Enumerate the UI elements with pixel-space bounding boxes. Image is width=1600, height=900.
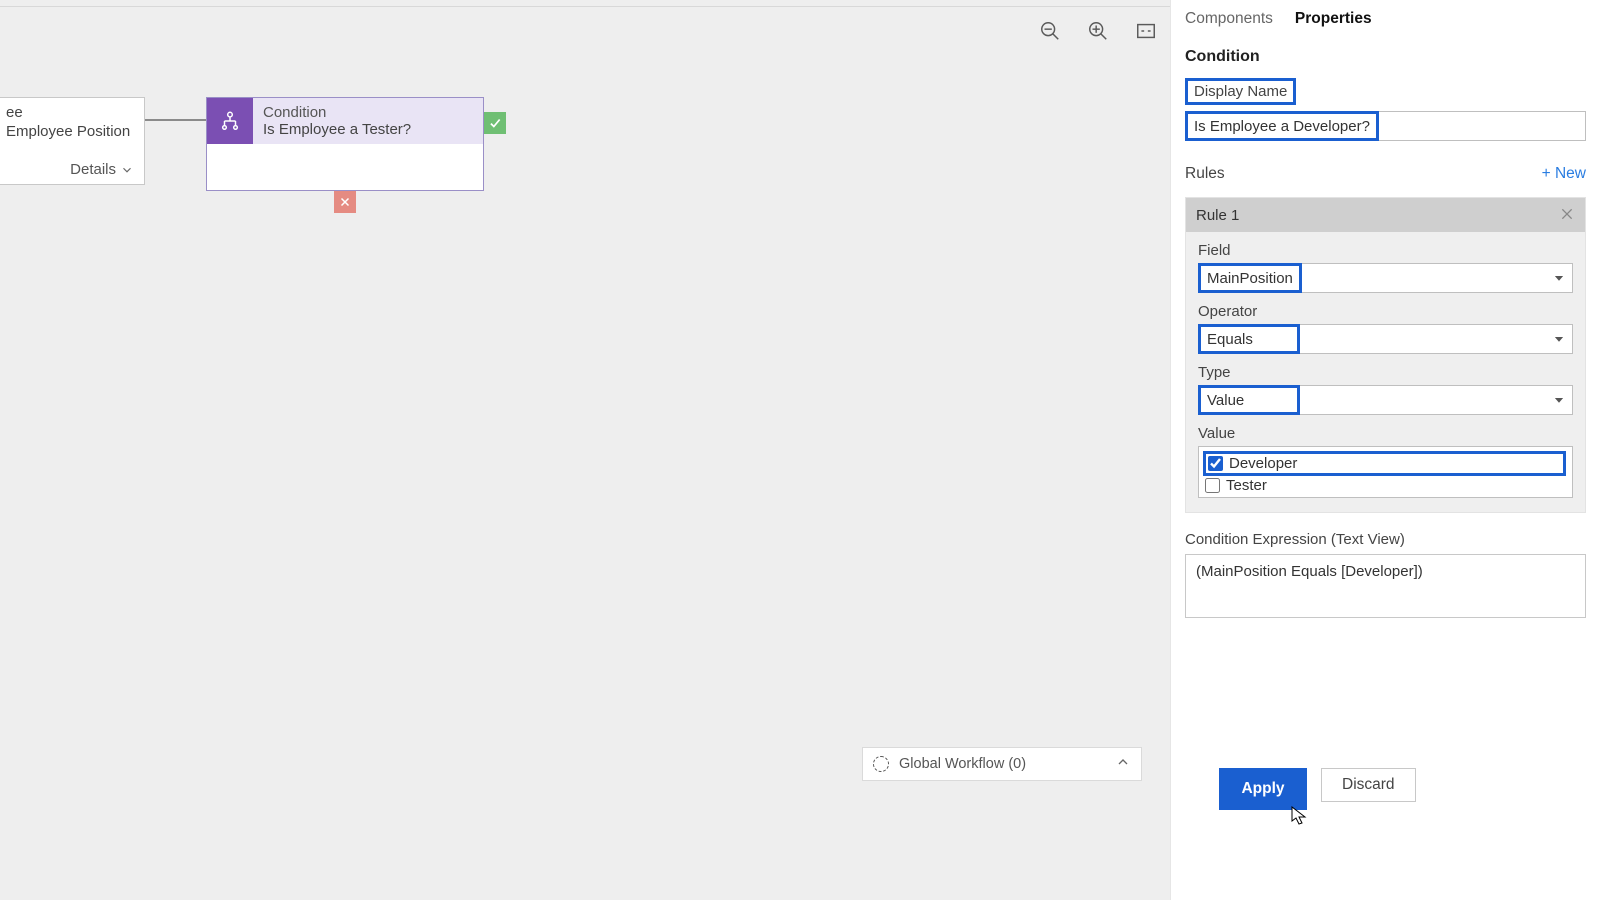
value-checkbox-tester[interactable] bbox=[1205, 478, 1220, 493]
display-name-input-extra[interactable] bbox=[1379, 111, 1586, 141]
rule-close-icon[interactable] bbox=[1559, 206, 1577, 224]
tab-components[interactable]: Components bbox=[1185, 10, 1273, 28]
connector-line bbox=[145, 119, 206, 121]
workflow-status-icon bbox=[873, 756, 889, 772]
value-checkbox-developer[interactable] bbox=[1208, 456, 1223, 471]
display-name-label: Display Name bbox=[1185, 78, 1296, 105]
display-name-input[interactable]: Is Employee a Developer? bbox=[1185, 111, 1379, 141]
apply-button-highlight: Apply bbox=[1219, 768, 1307, 810]
node-details-toggle[interactable]: Details bbox=[70, 161, 134, 178]
chevron-down-icon bbox=[1552, 393, 1566, 407]
panel-actions: Apply Discard bbox=[1171, 768, 1600, 810]
zoom-out-icon[interactable] bbox=[1038, 19, 1062, 43]
condition-icon bbox=[207, 98, 253, 144]
rule-1-box: Rule 1 Field MainPosition Operator Equal… bbox=[1185, 197, 1586, 513]
zoom-in-icon[interactable] bbox=[1086, 19, 1110, 43]
tab-properties[interactable]: Properties bbox=[1295, 10, 1372, 28]
chevron-down-icon bbox=[120, 163, 134, 177]
chevron-down-icon bbox=[1552, 271, 1566, 285]
apply-button[interactable]: Apply bbox=[1223, 772, 1303, 806]
node-partial-line1: ee bbox=[0, 98, 144, 123]
chevron-down-icon bbox=[1552, 332, 1566, 346]
discard-button[interactable]: Discard bbox=[1321, 768, 1416, 802]
canvas-toolbar bbox=[1038, 19, 1158, 43]
node-details-label: Details bbox=[70, 161, 116, 178]
node-condition-title: Is Employee a Tester? bbox=[263, 121, 411, 138]
operator-select[interactable]: Equals bbox=[1198, 324, 1300, 354]
value-option-tester[interactable]: Tester bbox=[1203, 476, 1566, 495]
fit-to-screen-icon[interactable] bbox=[1134, 19, 1158, 43]
check-icon bbox=[488, 116, 502, 130]
designer-canvas[interactable]: ee Employee Position Details Condition I… bbox=[0, 7, 1170, 900]
value-label: Value bbox=[1198, 425, 1573, 442]
node-employee-position[interactable]: ee Employee Position Details bbox=[0, 97, 145, 185]
rule-1-title: Rule 1 bbox=[1196, 207, 1239, 224]
expression-textview[interactable]: (MainPosition Equals [Developer]) bbox=[1185, 554, 1586, 618]
properties-panel: Components Properties Condition Display … bbox=[1170, 0, 1600, 900]
global-workflow-bar[interactable]: Global Workflow (0) bbox=[862, 747, 1142, 781]
rules-label: Rules bbox=[1185, 165, 1225, 183]
close-icon bbox=[339, 196, 351, 208]
rule-1-header[interactable]: Rule 1 bbox=[1186, 198, 1585, 232]
type-select-caret[interactable] bbox=[1300, 385, 1573, 415]
field-select[interactable]: MainPosition bbox=[1198, 263, 1302, 293]
section-title-condition: Condition bbox=[1171, 44, 1600, 78]
value-option-developer[interactable]: Developer bbox=[1203, 451, 1566, 476]
node-partial-line2: Employee Position bbox=[0, 123, 144, 140]
value-option-tester-label: Tester bbox=[1226, 477, 1267, 494]
value-option-developer-label: Developer bbox=[1229, 455, 1297, 472]
field-label: Field bbox=[1198, 242, 1573, 259]
node-condition-header: Condition Is Employee a Tester? bbox=[207, 98, 483, 144]
chevron-up-icon bbox=[1115, 754, 1131, 774]
global-workflow-label: Global Workflow (0) bbox=[899, 756, 1026, 772]
node-condition-type-label: Condition bbox=[263, 104, 411, 121]
type-label: Type bbox=[1198, 364, 1573, 381]
rules-header: Rules + New bbox=[1171, 151, 1600, 191]
display-name-group: Display Name Is Employee a Developer? bbox=[1171, 78, 1600, 151]
condition-true-port[interactable] bbox=[484, 112, 506, 134]
mouse-cursor bbox=[1291, 806, 1307, 826]
expression-label: Condition Expression (Text View) bbox=[1171, 513, 1600, 554]
panel-tabs: Components Properties bbox=[1171, 0, 1600, 44]
condition-false-port[interactable] bbox=[334, 191, 356, 213]
field-select-caret[interactable] bbox=[1302, 263, 1573, 293]
operator-label: Operator bbox=[1198, 303, 1573, 320]
operator-select-caret[interactable] bbox=[1300, 324, 1573, 354]
type-select[interactable]: Value bbox=[1198, 385, 1300, 415]
value-options: Developer Tester bbox=[1198, 446, 1573, 498]
new-rule-button[interactable]: + New bbox=[1542, 165, 1586, 183]
node-condition[interactable]: Condition Is Employee a Tester? bbox=[206, 97, 484, 191]
